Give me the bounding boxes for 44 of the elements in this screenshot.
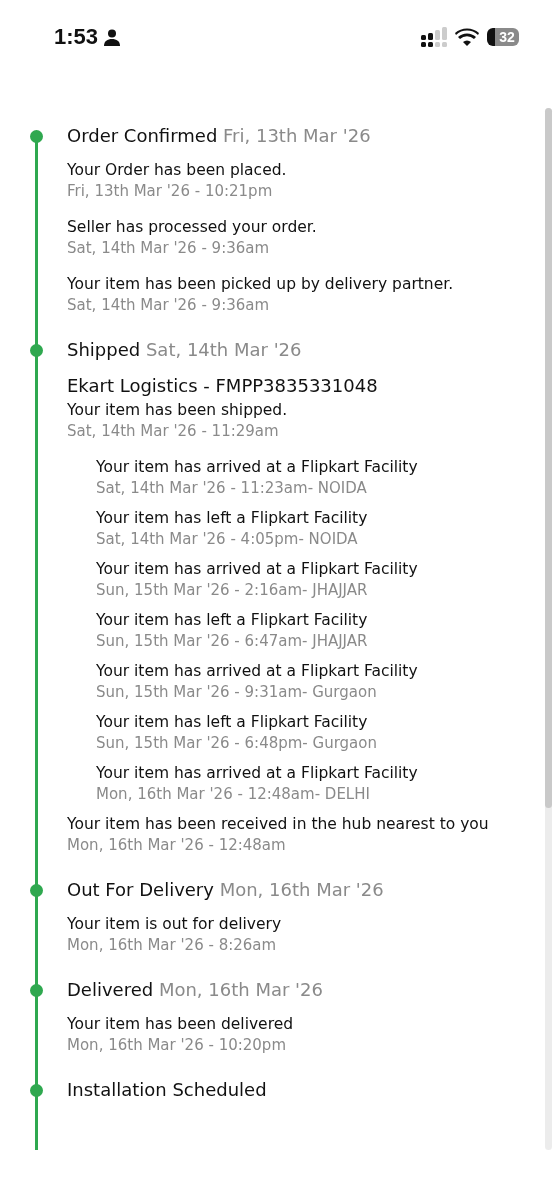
event-text: Your item has been delivered xyxy=(67,1014,295,1035)
event-time: Fri, 13th Mar '26 - 10:21pm xyxy=(67,181,274,202)
event-time: Sat, 14th Mar '26 - 9:36am xyxy=(67,238,271,259)
event-time: Sat, 14th Mar '26 - 9:36am xyxy=(67,295,271,316)
event-time: Sun, 15th Mar '26 - 9:31am- Gurgaon xyxy=(96,682,378,703)
event-text: Your item has arrived at a Flipkart Facility xyxy=(96,457,419,478)
event-time: Mon, 16th Mar '26 - 12:48am xyxy=(67,835,287,856)
carrier-tracking: Ekart Logistics - FMPP3835331048 xyxy=(67,374,379,398)
event-time: Mon, 16th Mar '26 - 10:20pm xyxy=(67,1035,287,1056)
timeline-dot xyxy=(30,344,43,357)
person-icon xyxy=(104,28,121,46)
event-text: Your item has left a Flipkart Facility xyxy=(96,610,369,631)
clock-time: 1:53 xyxy=(54,24,99,50)
event-time: Sun, 15th Mar '26 - 6:47am- JHAJJAR xyxy=(96,631,369,652)
event-text: Your item has arrived at a Flipkart Facility xyxy=(96,763,419,784)
event-text: Your item is out for delivery xyxy=(67,914,283,935)
timeline-dot xyxy=(30,1084,43,1097)
event-text: Your Order has been placed. xyxy=(67,160,288,181)
event-time: Sun, 15th Mar '26 - 2:16am- JHAJJAR xyxy=(96,580,369,601)
event-text: Your item has been received in the hub nearest to you xyxy=(67,814,490,835)
event-time: Sat, 14th Mar '26 - 11:23am- NOIDA xyxy=(96,478,368,499)
timeline-dot xyxy=(30,984,43,997)
stage-heading: Installation Scheduled xyxy=(67,1078,268,1102)
event-text: Your item has left a Flipkart Facility xyxy=(96,712,369,733)
event-text: Your item has arrived at a Flipkart Facility xyxy=(96,559,419,580)
event-time: Sun, 15th Mar '26 - 6:48pm- Gurgaon xyxy=(96,733,378,754)
event-time: Sat, 14th Mar '26 - 4:05pm- NOIDA xyxy=(96,529,359,550)
event-text: Your item has been shipped. xyxy=(67,400,289,421)
timeline-dot xyxy=(30,884,43,897)
stage-heading: Delivered Mon, 16th Mar '26 xyxy=(67,978,324,1002)
stage-heading: Order Confirmed Fri, 13th Mar '26 xyxy=(67,124,372,148)
signal-icon xyxy=(421,27,447,47)
event-time: Mon, 16th Mar '26 - 8:26am xyxy=(67,935,278,956)
stage-heading: Out For Delivery Mon, 16th Mar '26 xyxy=(67,878,385,902)
event-time: Mon, 16th Mar '26 - 12:48am- DELHI xyxy=(96,784,371,805)
wifi-icon xyxy=(455,28,479,46)
event-text: Seller has processed your order. xyxy=(67,217,318,238)
stage-heading: Shipped Sat, 14th Mar '26 xyxy=(67,338,303,362)
event-text: Your item has arrived at a Flipkart Facility xyxy=(96,661,419,682)
battery-icon: 32 xyxy=(487,28,519,46)
event-text: Your item has been picked up by delivery partner. xyxy=(67,274,455,295)
timeline-dot xyxy=(30,130,43,143)
event-time: Sat, 14th Mar '26 - 11:29am xyxy=(67,421,280,442)
event-text: Your item has left a Flipkart Facility xyxy=(96,508,369,529)
